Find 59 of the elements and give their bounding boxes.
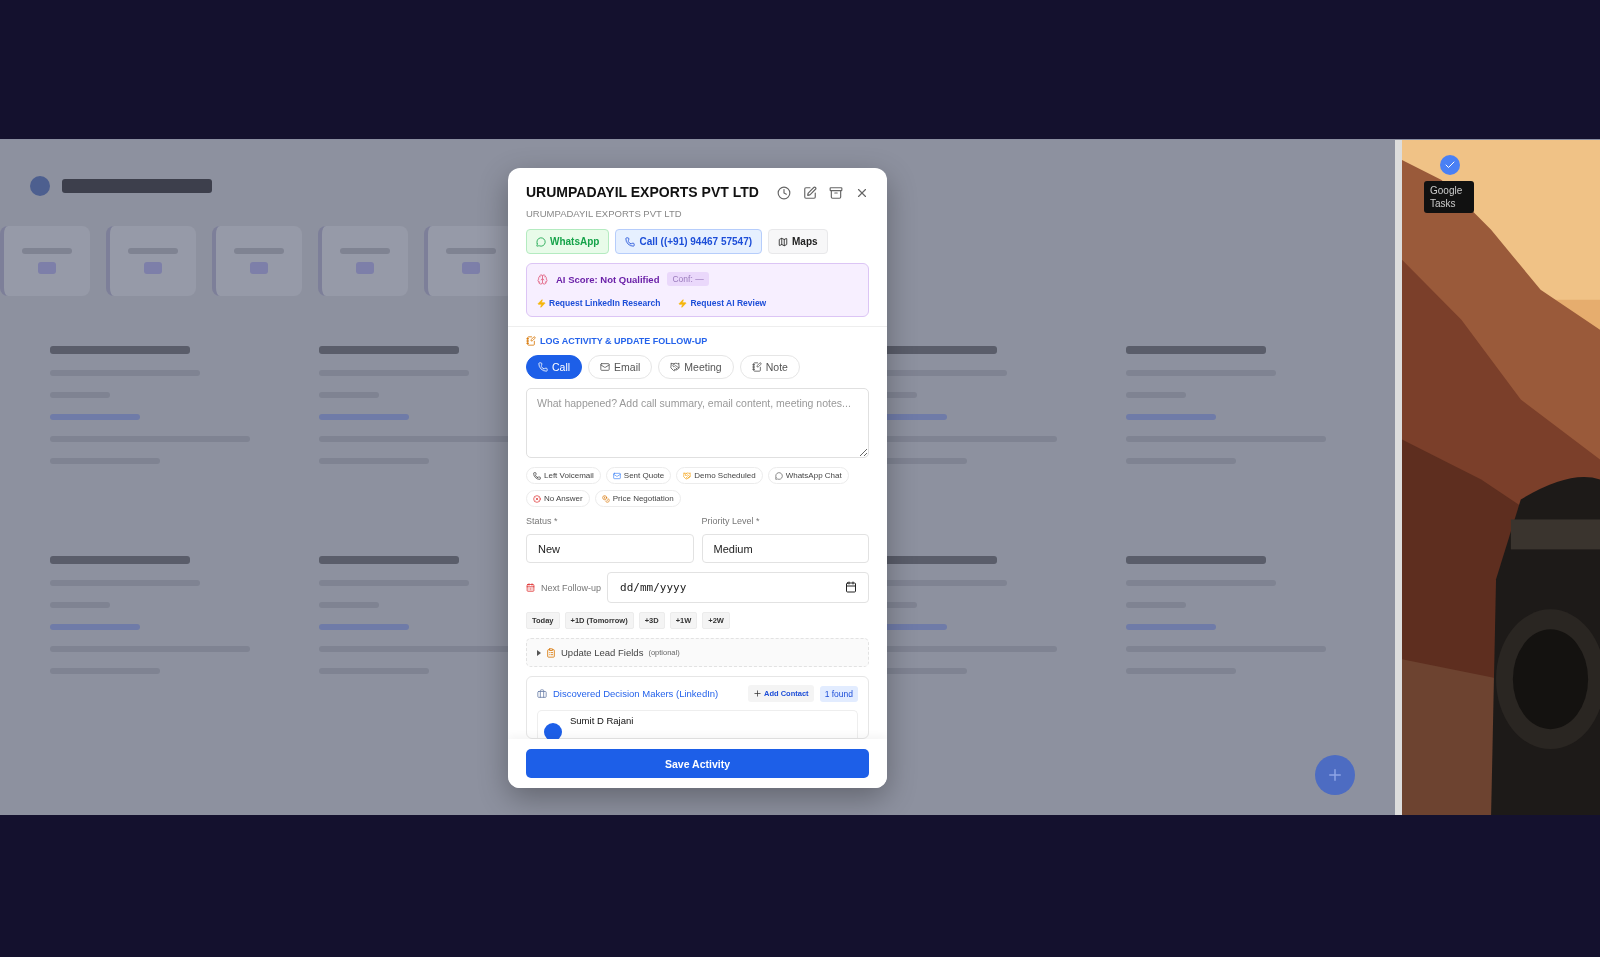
handshake-icon [683, 471, 692, 480]
lightning-icon [537, 298, 546, 308]
scrollbar[interactable] [1395, 140, 1402, 815]
priority-select[interactable]: Medium [701, 534, 869, 563]
field-label: Next Follow-up [541, 582, 602, 593]
logo-icon [30, 176, 50, 196]
envelope-icon [612, 471, 621, 480]
dialog-title: URUMPADAYIL EXPORTS PVT LTD [526, 184, 759, 200]
edit-icon[interactable] [803, 186, 817, 200]
map-icon [778, 236, 789, 247]
quick-tag[interactable]: Left Voicemail [526, 467, 601, 484]
activity-tab[interactable]: Meeting [658, 355, 734, 379]
clipboard-icon [546, 647, 556, 658]
history-icon[interactable] [777, 186, 791, 200]
card-title: Discovered Decision Makers (LinkedIn) [553, 688, 720, 699]
chat-icon [536, 236, 546, 247]
maps-button[interactable]: Maps [768, 229, 828, 254]
coins-icon [601, 494, 610, 503]
briefcase-icon [537, 688, 547, 699]
notepad-icon [751, 362, 762, 372]
envelope-icon [600, 362, 611, 372]
notes-field[interactable]: What happened? Add call summary, email content, meeting notes... [526, 388, 869, 458]
cross-icon [533, 494, 541, 503]
activity-tab[interactable]: Call [526, 355, 583, 379]
plus-icon [753, 689, 763, 698]
chat-icon [774, 471, 783, 480]
request-link[interactable]: Request LinkedIn Research [537, 298, 661, 308]
calendar-icon [845, 581, 857, 593]
ai-score: AI Score: Not Qualified [556, 273, 660, 285]
field-label: Priority Level * [701, 516, 761, 526]
phone-icon [538, 362, 548, 372]
lightning-icon [678, 298, 688, 308]
handshake-icon [670, 362, 681, 372]
quick-tag[interactable]: WhatsApp Chat [767, 467, 849, 484]
phone-icon [533, 471, 541, 480]
status-select[interactable]: New [526, 534, 694, 563]
notepad-icon [526, 336, 536, 346]
confidence-badge: Conf: — [667, 272, 709, 286]
tooltip: Google Tasks [1424, 181, 1474, 213]
section-heading: LOG ACTIVITY & UPDATE FOLLOW-UP [540, 336, 708, 346]
quick-tag[interactable]: No Answer [526, 490, 590, 507]
close-icon[interactable] [855, 186, 869, 200]
quick-tag[interactable]: Price Negotiation [594, 490, 681, 507]
date-field[interactable]: dd/mm/yyyy [607, 572, 869, 603]
company-name: URUMPADAYIL EXPORTS PVT LTD [526, 208, 683, 219]
activity-tab[interactable]: Note [739, 355, 800, 379]
call-button[interactable]: Call ((+91) 94467 57547) [615, 229, 763, 254]
calendar-icon [526, 583, 535, 592]
archive-icon[interactable] [829, 186, 843, 200]
phone-icon [625, 236, 636, 247]
field-label: Status * [526, 516, 559, 526]
quick-tag[interactable]: Demo Scheduled [676, 467, 763, 484]
save-button[interactable]: Save Activity [526, 749, 869, 778]
quick-tag[interactable]: Sent Quote [605, 467, 672, 484]
count-badge: 1 found [819, 685, 858, 702]
activity-tab[interactable]: Email [588, 355, 653, 379]
request-link[interactable]: Request AI Review [678, 298, 767, 308]
plus-icon [1326, 766, 1344, 784]
brain-icon [537, 273, 548, 285]
